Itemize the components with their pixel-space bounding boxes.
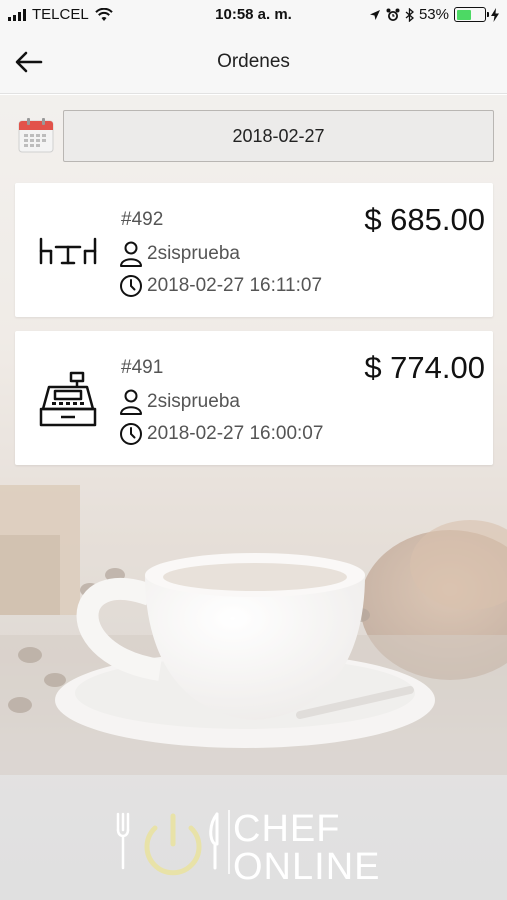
charging-icon [491,7,499,22]
order-datetime: 2018-02-27 16:11:07 [147,275,323,296]
page-title: Ordenes [217,51,290,72]
alarm-icon [386,8,400,21]
logo-text-online: ONLINE [233,846,381,888]
bluetooth-icon [405,7,414,22]
order-card[interactable]: #492 $ 685.00 2sisprueba 2018-02-27 16:1… [15,183,493,317]
order-user: 2sisprueba [119,389,240,415]
calendar-icon[interactable] [18,117,54,153]
clock-icon [120,275,142,297]
order-user: 2sisprueba [119,241,240,267]
location-icon [369,9,380,20]
order-number: #492 [121,209,164,230]
date-input[interactable]: 2018-02-27 [63,110,494,162]
order-time: 2018-02-27 16:00:07 [119,422,323,446]
order-user-name: 2sisprueba [147,243,240,264]
power-utensils-icon [116,810,230,876]
order-card[interactable]: #491 $ 774.00 2sisprueba 2018-02-27 16:0… [15,331,493,465]
order-total: $ 685.00 [364,202,485,237]
arrow-left-icon[interactable] [14,48,44,76]
status-bar: TELCEL 10:58 a. m. 53% [0,0,507,30]
order-time: 2018-02-27 16:11:07 [119,274,322,298]
order-number: #491 [121,357,164,378]
battery-level [456,9,471,20]
battery-icon [454,7,489,22]
table-chairs-icon [39,237,97,265]
logo-text-chef: CHEF [233,808,341,850]
status-right: 53% [369,6,499,23]
order-user-name: 2sisprueba [147,391,240,412]
order-datetime: 2018-02-27 16:00:07 [147,423,324,444]
nav-bar: Ordenes [0,30,507,94]
user-icon [120,389,142,415]
user-icon [120,241,142,267]
cash-register-icon [39,371,97,427]
battery-percent: 53% [418,6,449,23]
clock-icon [120,423,142,445]
order-total: $ 774.00 [364,350,485,385]
chef-online-logo: CHEF ONLINE [113,810,403,890]
